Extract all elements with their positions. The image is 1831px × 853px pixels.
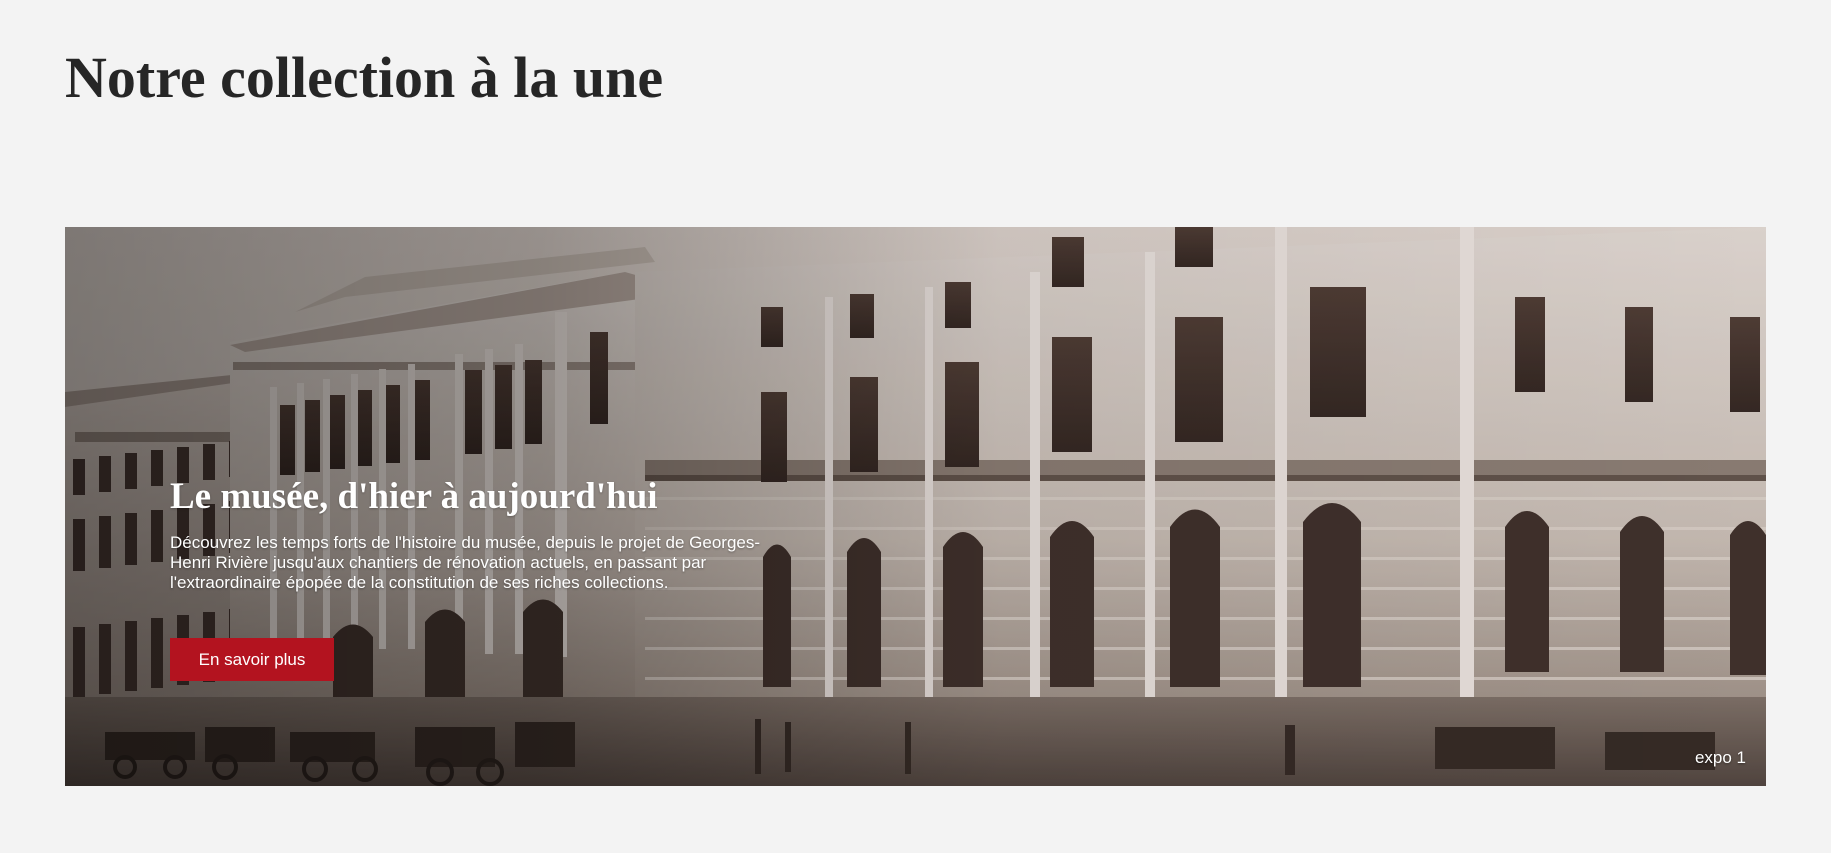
featured-title: Le musée, d'hier à aujourd'hui <box>170 476 658 517</box>
page-title: Notre collection à la une <box>65 45 664 110</box>
featured-text-block: Le musée, d'hier à aujourd'hui Découvrez… <box>170 475 790 593</box>
learn-more-button[interactable]: En savoir plus <box>170 638 334 681</box>
featured-description: Découvrez les temps forts de l'histoire … <box>170 533 761 592</box>
slide-label: expo 1 <box>1694 748 1746 767</box>
featured-banner: Le musée, d'hier à aujourd'hui Découvrez… <box>65 227 1766 786</box>
